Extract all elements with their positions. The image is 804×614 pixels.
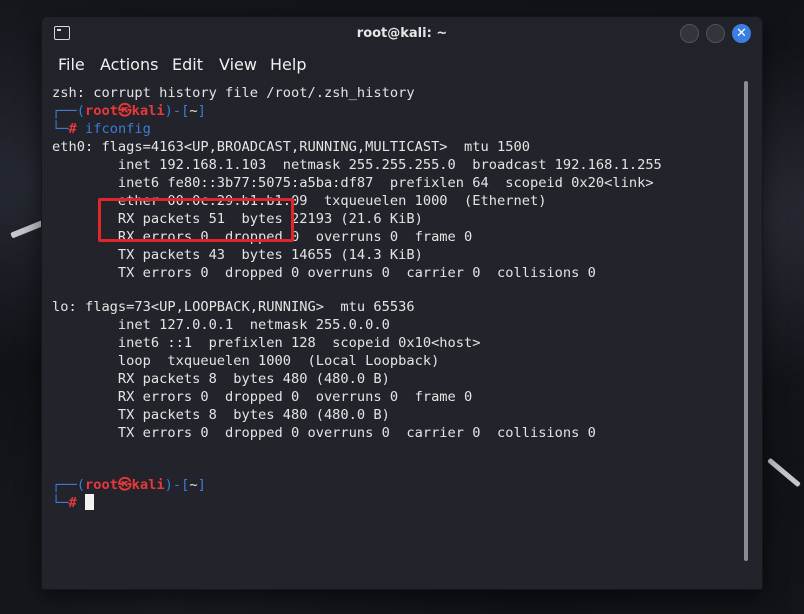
- prompt-bottom: └─#: [52, 494, 94, 512]
- lo-line: RX errors 0 dropped 0 overruns 0 frame 0: [52, 389, 473, 405]
- menu-help[interactable]: Help: [270, 55, 306, 74]
- eth0-line: eth0: flags=4163<UP,BROADCAST,RUNNING,MU…: [52, 139, 530, 155]
- lo-line: inet 127.0.0.1 netmask 255.0.0.0: [52, 317, 390, 333]
- lo-line: lo: flags=73<UP,LOOPBACK,RUNNING> mtu 65…: [52, 299, 415, 315]
- text-cursor: [84, 494, 94, 510]
- lo-line: RX packets 8 bytes 480 (480.0 B): [52, 371, 390, 387]
- eth0-line: TX packets 43 bytes 14655 (14.3 KiB): [52, 247, 423, 263]
- lo-line: TX errors 0 dropped 0 overruns 0 carrier…: [52, 425, 596, 441]
- prompt-top: ┌──(root㉿kali)-[~]: [52, 103, 206, 119]
- close-icon: ✕: [736, 26, 747, 41]
- maximize-button[interactable]: [706, 24, 725, 43]
- minimize-button[interactable]: [680, 24, 699, 43]
- menu-actions[interactable]: Actions: [100, 55, 158, 74]
- scrollbar[interactable]: [744, 81, 748, 561]
- prompt-bottom: └─# ifconfig: [52, 121, 151, 137]
- menu-file[interactable]: File: [58, 55, 85, 74]
- lo-line: TX packets 8 bytes 480 (480.0 B): [52, 407, 390, 423]
- terminal-output[interactable]: zsh: corrupt history file /root/.zsh_his…: [42, 79, 762, 589]
- menu-bar: File Actions Edit View Help: [42, 51, 762, 79]
- close-button[interactable]: ✕: [732, 24, 751, 43]
- history-warning: zsh: corrupt history file /root/.zsh_his…: [52, 85, 415, 101]
- prompt-top: ┌──(root㉿kali)-[~]: [52, 477, 206, 493]
- window-title: root@kali: ~: [356, 26, 448, 41]
- terminal-window: root@kali: ~ ✕ File Actions Edit View He…: [42, 17, 762, 589]
- menu-edit[interactable]: Edit: [172, 55, 203, 74]
- eth0-line: inet 192.168.1.103 netmask 255.255.255.0…: [52, 157, 662, 173]
- title-bar[interactable]: root@kali: ~ ✕: [42, 17, 762, 51]
- eth0-line: TX errors 0 dropped 0 overruns 0 carrier…: [52, 265, 596, 281]
- lo-line: loop txqueuelen 1000 (Local Loopback): [52, 353, 440, 369]
- ip-highlight-box: [98, 198, 294, 242]
- menu-view[interactable]: View: [219, 55, 257, 74]
- eth0-line: inet6 fe80::3b77:5075:a5ba:df87 prefixle…: [52, 175, 654, 191]
- command-text: ifconfig: [84, 121, 151, 137]
- lo-line: inet6 ::1 prefixlen 128 scopeid 0x10<hos…: [52, 335, 481, 351]
